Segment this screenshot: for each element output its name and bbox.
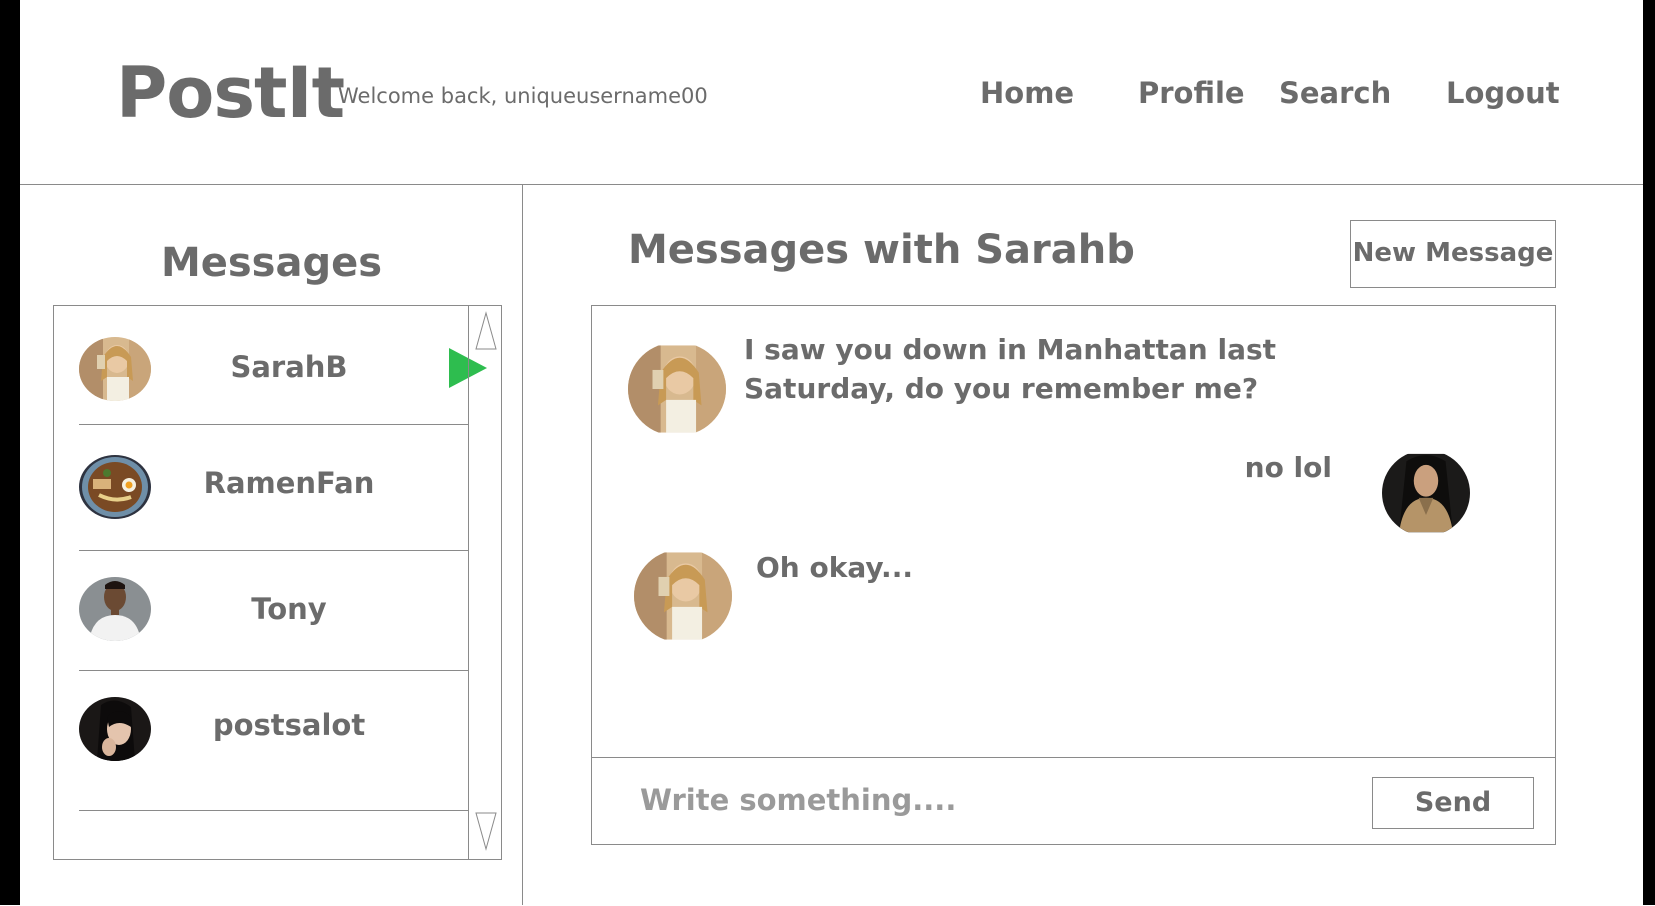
left-frame xyxy=(0,0,20,905)
message-input[interactable] xyxy=(640,776,1340,824)
right-frame xyxy=(1643,0,1655,905)
message-text: no lol xyxy=(1244,451,1332,484)
sarah-message-avatar xyxy=(634,549,732,643)
chat-title: Messages with Sarahb xyxy=(628,227,1135,273)
conversation-name: SarahB xyxy=(230,350,348,384)
conversation-sidebar: Messages SarahB RamenFan Tony postsalot xyxy=(20,184,523,905)
nav-profile[interactable]: Profile xyxy=(1138,76,1245,110)
message-composer: Send xyxy=(591,757,1556,845)
scroll-down-arrow-icon[interactable] xyxy=(474,811,498,851)
nav-logout[interactable]: Logout xyxy=(1446,76,1560,110)
conversation-item-ramenfan[interactable]: RamenFan xyxy=(79,425,468,551)
app-logo[interactable]: PostIt xyxy=(116,52,345,134)
message-thread: I saw you down in Manhattan last Saturda… xyxy=(591,305,1556,758)
send-button[interactable]: Send xyxy=(1372,777,1534,829)
conversation-list: SarahB RamenFan Tony postsalot xyxy=(53,305,502,860)
conversation-name: Tony xyxy=(251,592,327,626)
new-message-button[interactable]: New Message xyxy=(1350,220,1556,288)
conversation-name: postsalot xyxy=(212,708,366,742)
conversation-item-sarahb[interactable]: SarahB xyxy=(79,306,468,425)
conversation-item-postsalot[interactable]: postsalot xyxy=(79,671,468,811)
header: PostIt Welcome back, uniqueusername00 Ho… xyxy=(20,0,1643,185)
nav-search[interactable]: Search xyxy=(1279,76,1391,110)
nav-home[interactable]: Home xyxy=(980,76,1074,110)
my-avatar xyxy=(1382,450,1470,536)
sarah-message-avatar xyxy=(628,342,726,436)
chat-panel: Messages with Sarahb New Message I saw y… xyxy=(524,184,1643,906)
scroll-up-arrow-icon[interactable] xyxy=(474,311,498,351)
message-text: I saw you down in Manhattan last Saturda… xyxy=(744,333,1277,405)
conversation-item-tony[interactable]: Tony xyxy=(79,551,468,671)
conversation-name: RamenFan xyxy=(203,466,375,500)
sidebar-title: Messages xyxy=(160,240,383,286)
message-text: Oh okay... xyxy=(756,551,913,584)
conversation-scrollbar[interactable] xyxy=(468,306,502,859)
welcome-text: Welcome back, uniqueusername00 xyxy=(338,84,708,108)
